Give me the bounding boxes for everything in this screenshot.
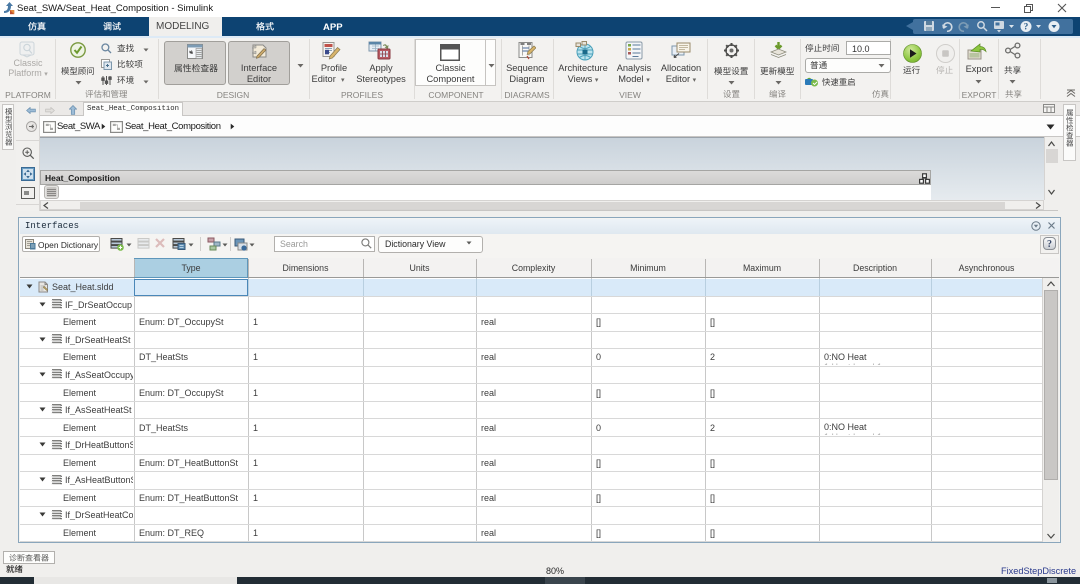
svg-text:?: ? [1024, 22, 1029, 32]
svg-text:?: ? [1047, 239, 1052, 250]
